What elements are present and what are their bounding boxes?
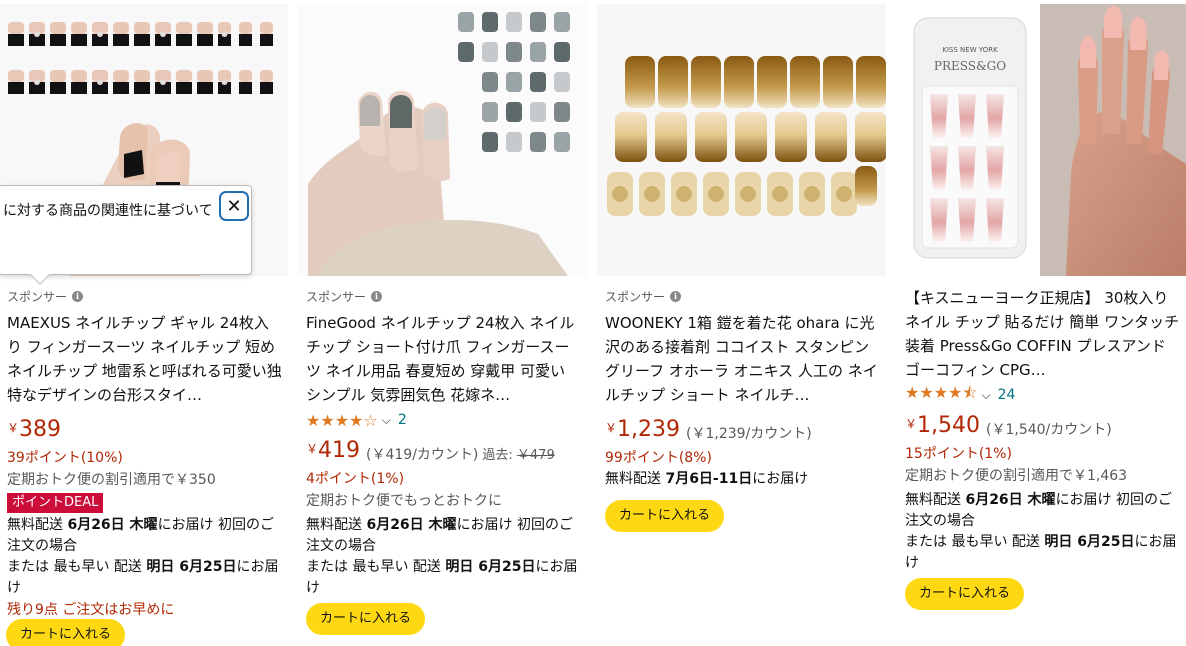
fastest-delivery-text: または 最も早い 配送 明日 6月25日にお届け	[7, 559, 279, 596]
add-to-cart-button[interactable]: カートに入れる	[605, 500, 725, 532]
product-title[interactable]: FineGood ネイルチップ 24枚入 ネイルチップ ショート付け爪 フィンガ…	[306, 311, 581, 407]
sponsored-label[interactable]: スポンサー i	[605, 286, 880, 306]
rating-row[interactable]: ★★★★☆ ⌵ 2	[306, 408, 581, 432]
subscribe-text: 定期おトク便の割引適用で￥1,463	[905, 468, 1128, 484]
delivery-text: 無料配送 6月26日 木曜にお届け 初回のご注文の場合	[306, 517, 574, 554]
fastest-delivery-text: または 最も早い 配送 明日 6月25日にお届け	[306, 559, 578, 596]
close-icon[interactable]: ✕	[219, 191, 249, 221]
info-icon[interactable]: i	[670, 290, 682, 302]
brand-top-text: KISS NEW YORK	[942, 46, 998, 54]
price[interactable]: 1,540	[917, 413, 980, 439]
product-card-4: KISS NEW YORK PRESS&GO 【キスニューヨーク正規店】 30枚…	[896, 0, 1186, 646]
unit-price: (￥1,540/カウント)	[986, 422, 1112, 438]
popup-text: に対する商品の関連性に基づいて	[3, 203, 213, 219]
currency-symbol: ￥	[306, 442, 319, 456]
subscribe-text: 定期おトク便の割引適用で￥350	[7, 472, 216, 488]
product-image-2[interactable]	[298, 4, 587, 276]
subscribe-text: 定期おトク便でもっとおトクに	[306, 493, 502, 509]
delivery-text: 無料配送 6月26日 木曜にお届け 初回のご注文の場合	[7, 517, 275, 554]
points-text: 15ポイント(1%)	[905, 446, 1012, 462]
popup-arrow	[30, 265, 50, 285]
info-icon[interactable]: i	[371, 290, 383, 302]
product-title[interactable]: 【キスニューヨーク正規店】 30枚入り ネイル チップ 貼るだけ 簡単 ワンタッ…	[905, 286, 1180, 382]
unit-price: (￥419/カウント)	[366, 447, 479, 463]
add-to-cart-button[interactable]: カートに入れる	[306, 603, 426, 635]
price[interactable]: 389	[19, 417, 61, 443]
sponsored-label[interactable]: スポンサー i	[306, 286, 581, 306]
star-rating-icon[interactable]: ★★★★⯪	[905, 382, 978, 409]
star-rating-icon[interactable]: ★★★★☆	[306, 411, 378, 430]
rating-count[interactable]: 2	[398, 412, 407, 428]
unit-price: (￥1,239/カウント)	[686, 426, 812, 442]
product-image-3[interactable]	[597, 4, 886, 276]
currency-symbol: ￥	[905, 417, 918, 431]
price-row: ￥ 419 (￥419/カウント) 過去: ￥479	[306, 438, 581, 468]
price-row: ￥ 1,239 (￥1,239/カウント)	[605, 417, 880, 447]
add-to-cart-button[interactable]: カートに入れる	[6, 619, 126, 646]
chevron-down-icon[interactable]: ⌵	[982, 388, 991, 403]
points-text: 4ポイント(1%)	[306, 471, 405, 487]
chevron-down-icon[interactable]: ⌵	[382, 413, 391, 428]
deal-badge: ポイントDEAL	[7, 493, 104, 513]
sponsored-label[interactable]: スポンサー i	[7, 286, 282, 306]
product-title[interactable]: MAEXUS ネイルチップ ギャル 24枚入り フィンガースーツ ネイルチップ …	[7, 311, 282, 407]
relevance-popup: に対する商品の関連性に基づいて ✕	[0, 185, 252, 285]
points-text: 39ポイント(10%)	[7, 450, 123, 466]
currency-symbol: ￥	[605, 421, 618, 435]
price[interactable]: 419	[318, 438, 360, 464]
product-card-3: スポンサー i WOONEKY 1箱 鎧を着た花 ohara に光沢のある接着剤…	[597, 0, 886, 646]
brand-main-text: PRESS&GO	[934, 59, 1006, 73]
stock-warning: 残り9点 ご注文はお早めに	[7, 602, 175, 618]
fastest-delivery-text: または 最も早い 配送 明日 6月25日にお届け	[905, 534, 1177, 571]
rating-count[interactable]: 24	[998, 387, 1016, 403]
rating-row[interactable]: ★★★★⯪ ⌵ 24	[905, 383, 1180, 407]
product-card-1: に対する商品の関連性に基づいて ✕ スポンサー i MAEXUS ネイルチップ …	[0, 0, 288, 646]
delivery-text: 無料配送 6月26日 木曜にお届け 初回のご注文の場合	[905, 492, 1173, 529]
points-text: 99ポイント(8%)	[605, 450, 712, 466]
price[interactable]: 1,239	[617, 417, 680, 443]
price-row: ￥ 389	[7, 417, 282, 447]
product-card-2: スポンサー i FineGood ネイルチップ 24枚入 ネイルチップ ショート…	[298, 0, 587, 646]
previous-price: 過去: ￥479	[482, 448, 555, 463]
price-row: ￥ 1,540 (￥1,540/カウント)	[905, 413, 1180, 443]
info-icon[interactable]: i	[72, 290, 84, 302]
product-image-4[interactable]: KISS NEW YORK PRESS&GO	[896, 4, 1186, 276]
delivery-text: 無料配送 7月6日-11日にお届け	[605, 471, 809, 487]
product-title[interactable]: WOONEKY 1箱 鎧を着た花 ohara に光沢のある接着剤 ココイスト ス…	[605, 311, 880, 407]
add-to-cart-button[interactable]: カートに入れる	[905, 578, 1025, 610]
currency-symbol: ￥	[7, 421, 20, 435]
